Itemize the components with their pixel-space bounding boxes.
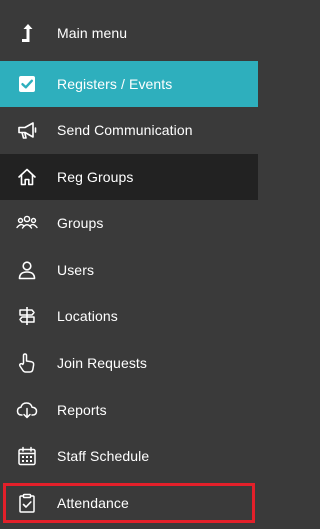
sidebar-item-locations[interactable]: Locations: [0, 293, 258, 339]
sidebar-item-send-communication[interactable]: Send Communication: [0, 107, 258, 153]
hand-pointer-icon: [16, 352, 38, 374]
sidebar-item-label: Reg Groups: [57, 169, 134, 185]
sidebar-item-groups[interactable]: Groups: [0, 200, 258, 246]
clipboard-check-icon: [16, 492, 38, 514]
sidebar-item-registers-events[interactable]: Registers / Events: [0, 61, 258, 107]
megaphone-icon: [16, 119, 38, 141]
sidebar-item-label: Main menu: [57, 25, 128, 41]
sidebar-item-attendance[interactable]: Attendance: [0, 480, 258, 526]
checkbox-checked-icon: [16, 73, 38, 95]
sidebar-item-label: Locations: [57, 308, 118, 324]
sidebar-item-label: Reports: [57, 402, 107, 418]
sidebar-item-reg-groups[interactable]: Reg Groups: [0, 154, 258, 200]
arrow-up-icon: [16, 22, 38, 44]
people-group-icon: [16, 212, 38, 234]
sidebar-item-label: Attendance: [57, 495, 129, 511]
sidebar-item-users[interactable]: Users: [0, 247, 258, 293]
sidebar-item-label: Registers / Events: [57, 76, 173, 92]
sidebar-item-join-requests[interactable]: Join Requests: [0, 340, 258, 386]
sidebar-item-label: Users: [57, 262, 95, 278]
sidebar-item-label: Groups: [57, 215, 104, 231]
calendar-icon: [16, 445, 38, 467]
home-icon: [16, 166, 38, 188]
signpost-icon: [16, 305, 38, 327]
sidebar-item-label: Join Requests: [57, 355, 148, 371]
sidebar-item-reports[interactable]: Reports: [0, 387, 258, 433]
user-icon: [16, 259, 38, 281]
cloud-download-icon: [16, 399, 38, 421]
sidebar-item-staff-schedule[interactable]: Staff Schedule: [0, 433, 258, 479]
sidebar-nav: Main menu Registers / Events Send Commun…: [0, 0, 258, 529]
sidebar-item-label: Staff Schedule: [57, 448, 150, 464]
sidebar-item-label: Send Communication: [57, 122, 193, 138]
sidebar-item-main-menu[interactable]: Main menu: [0, 10, 258, 56]
